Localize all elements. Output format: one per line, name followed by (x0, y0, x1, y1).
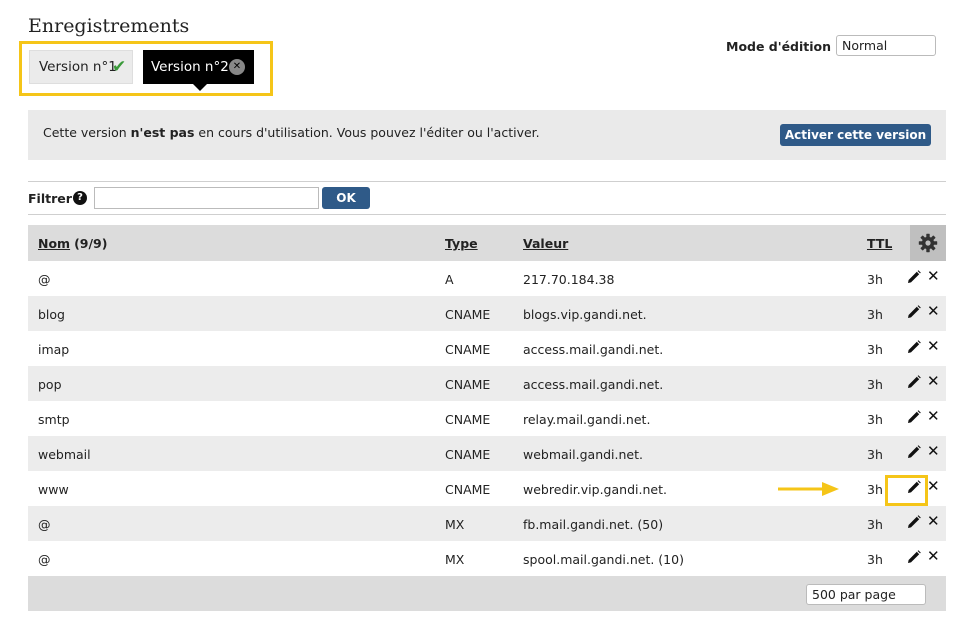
help-icon[interactable]: ? (73, 191, 87, 205)
pencil-icon[interactable] (907, 375, 921, 389)
divider (28, 181, 946, 182)
record-value: blogs.vip.gandi.net. (523, 307, 647, 322)
record-ttl: 3h (867, 342, 883, 357)
record-value: fb.mail.gandi.net. (50) (523, 517, 664, 532)
activate-version-button[interactable]: Activer cette version (780, 124, 931, 146)
record-type: CNAME (445, 447, 491, 462)
table-row: @ MX spool.mail.gandi.net. (10) 3h ✕ (28, 541, 946, 576)
version-info-text: Cette version n'est pas en cours d'utili… (43, 125, 540, 140)
x-icon[interactable]: ✕ (927, 304, 940, 319)
page-title: Enregistrements (28, 15, 190, 37)
record-ttl: 3h (867, 447, 883, 462)
table-row: smtp CNAME relay.mail.gandi.net. 3h ✕ (28, 401, 946, 436)
x-icon[interactable]: ✕ (927, 514, 940, 529)
close-circle-icon[interactable]: ✕ (229, 59, 245, 75)
record-type: CNAME (445, 482, 491, 497)
edit-mode-label: Mode d'édition (726, 39, 832, 54)
record-value: 217.70.184.38 (523, 272, 615, 287)
table-row: @ MX fb.mail.gandi.net. (50) 3h ✕ (28, 506, 946, 541)
tab-version-1[interactable]: Version n°1 ✔ (29, 50, 133, 84)
records-table: Nom (9/9) Type Valeur TTL @ A 217.70.184… (28, 225, 946, 611)
record-type: CNAME (445, 377, 491, 392)
record-value: access.mail.gandi.net. (523, 377, 664, 392)
divider (28, 214, 946, 215)
record-name: blog (38, 307, 65, 322)
record-ttl: 3h (867, 552, 883, 567)
pencil-icon[interactable] (907, 340, 921, 354)
pencil-icon[interactable] (907, 410, 921, 424)
table-settings-button[interactable] (910, 225, 946, 261)
record-name: @ (38, 552, 51, 567)
table-footer: 500 par page (28, 576, 946, 611)
pencil-icon[interactable] (907, 445, 921, 459)
filter-label: Filtrer (28, 191, 72, 206)
filter-ok-button[interactable]: OK (322, 187, 370, 209)
x-icon[interactable]: ✕ (927, 339, 940, 354)
record-type: MX (445, 517, 465, 532)
tab-version-2-label: Version n°2 (151, 59, 229, 75)
pencil-icon[interactable] (907, 270, 921, 284)
record-type: CNAME (445, 307, 491, 322)
filter-input[interactable] (94, 187, 319, 209)
record-type: CNAME (445, 412, 491, 427)
edit-highlight-box (885, 475, 928, 506)
record-name: @ (38, 517, 51, 532)
check-icon: ✔ (112, 57, 127, 77)
arrow-right-icon (778, 482, 839, 496)
record-ttl: 3h (867, 272, 883, 287)
record-ttl: 3h (867, 517, 883, 532)
table-row: blog CNAME blogs.vip.gandi.net. 3h ✕ (28, 296, 946, 331)
record-type: MX (445, 552, 465, 567)
record-value: webmail.gandi.net. (523, 447, 643, 462)
record-ttl: 3h (867, 482, 883, 497)
x-icon[interactable]: ✕ (927, 374, 940, 389)
record-value: webredir.vip.gandi.net. (523, 482, 667, 497)
record-value: access.mail.gandi.net. (523, 342, 664, 357)
record-type: A (445, 272, 454, 287)
version-tabs-highlight: Version n°1 ✔ Version n°2 ✕ (19, 41, 273, 96)
tab-version-1-label: Version n°1 (39, 59, 117, 75)
record-name: imap (38, 342, 70, 357)
table-row: imap CNAME access.mail.gandi.net. 3h ✕ (28, 331, 946, 366)
record-ttl: 3h (867, 412, 883, 427)
record-name: @ (38, 272, 51, 287)
x-icon[interactable]: ✕ (927, 479, 940, 494)
table-row: webmail CNAME webmail.gandi.net. 3h ✕ (28, 436, 946, 471)
x-icon[interactable]: ✕ (927, 409, 940, 424)
table-row: @ A 217.70.184.38 3h ✕ (28, 261, 946, 296)
pencil-icon[interactable] (907, 515, 921, 529)
record-count: (9/9) (74, 236, 108, 251)
x-icon[interactable]: ✕ (927, 444, 940, 459)
table-row: pop CNAME access.mail.gandi.net. 3h ✕ (28, 366, 946, 401)
tab-caret (193, 84, 207, 91)
tab-version-2[interactable]: Version n°2 ✕ (143, 50, 254, 91)
version-info-panel: Cette version n'est pas en cours d'utili… (28, 110, 946, 160)
column-header-ttl[interactable]: TTL (867, 236, 892, 251)
record-ttl: 3h (867, 377, 883, 392)
x-icon[interactable]: ✕ (927, 549, 940, 564)
record-name: pop (38, 377, 62, 392)
column-header-value[interactable]: Valeur (523, 236, 568, 251)
record-value: spool.mail.gandi.net. (10) (523, 552, 684, 567)
edit-mode-select[interactable] (836, 35, 936, 56)
record-name: webmail (38, 447, 91, 462)
table-header: Nom (9/9) Type Valeur TTL (28, 225, 946, 261)
record-value: relay.mail.gandi.net. (523, 412, 651, 427)
per-page-select[interactable]: 500 par page (806, 584, 926, 605)
gear-icon (918, 233, 938, 253)
pencil-icon[interactable] (907, 550, 921, 564)
record-type: CNAME (445, 342, 491, 357)
record-name: www (38, 482, 69, 497)
column-header-name[interactable]: Nom (9/9) (38, 236, 107, 251)
record-name: smtp (38, 412, 70, 427)
pencil-icon[interactable] (907, 305, 921, 319)
x-icon[interactable]: ✕ (927, 269, 940, 284)
record-ttl: 3h (867, 307, 883, 322)
column-header-type[interactable]: Type (445, 236, 478, 251)
